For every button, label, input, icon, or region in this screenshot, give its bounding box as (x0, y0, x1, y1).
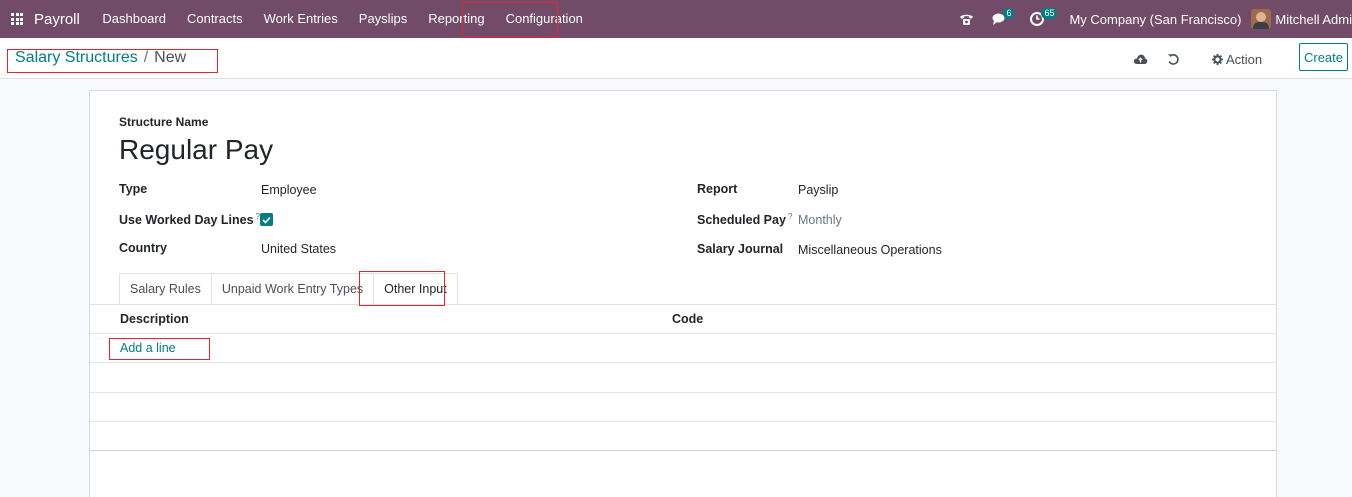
column-description[interactable]: Description (120, 312, 189, 326)
scheduled-pay-field[interactable]: Monthly (798, 213, 842, 227)
scheduled-pay-text: Scheduled Pay (697, 213, 786, 228)
activities-count-badge: 65 (1041, 8, 1058, 19)
report-label: Report (697, 182, 738, 196)
use-worked-day-lines-label: Use Worked Day Lines? (119, 212, 260, 227)
highlight-breadcrumb (7, 49, 218, 73)
create-button[interactable]: Create (1299, 43, 1348, 71)
scheduled-pay-label: Scheduled Pay? (697, 212, 792, 227)
apps-menu-icon[interactable] (0, 0, 34, 38)
gear-icon (1212, 53, 1223, 65)
menu-work-entries[interactable]: Work Entries (253, 0, 348, 38)
use-worked-day-lines-text: Use Worked Day Lines (119, 213, 254, 228)
table-header-divider (90, 333, 1276, 334)
use-worked-day-lines-checkbox[interactable] (260, 213, 273, 226)
menu-contracts[interactable]: Contracts (176, 0, 253, 38)
salary-journal-field[interactable]: Miscellaneous Operations (798, 243, 942, 257)
action-label: Action (1226, 51, 1263, 67)
app-brand[interactable]: Payroll (34, 11, 92, 28)
tab-unpaid-work-entry-types[interactable]: Unpaid Work Entry Types (210, 273, 375, 304)
help-tooltip-icon[interactable]: ? (788, 212, 792, 221)
messages-icon[interactable]: 6 (992, 0, 1015, 38)
country-label: Country (119, 241, 167, 255)
systray: 6 65 My Company (San Francisco) Mitchell… (950, 0, 1352, 38)
highlight-other-input-tab (359, 271, 445, 306)
messages-count-badge: 6 (1003, 8, 1015, 19)
tabs-divider (90, 304, 1276, 305)
save-cloud-icon[interactable] (1133, 48, 1148, 70)
structure-name-input[interactable]: Regular Pay (119, 134, 273, 166)
highlight-add-a-line (109, 338, 210, 360)
table-row (90, 450, 1276, 451)
user-menu[interactable]: Mitchell Admi (1275, 12, 1352, 27)
table-row (90, 362, 1276, 363)
user-avatar[interactable] (1251, 9, 1272, 29)
type-field[interactable]: Employee (261, 183, 317, 197)
report-field[interactable]: Payslip (798, 183, 838, 197)
salary-journal-label: Salary Journal (697, 242, 784, 256)
highlight-configuration-menu (462, 2, 558, 37)
table-row (90, 421, 1276, 422)
menu-payslips[interactable]: Payslips (348, 0, 417, 38)
phone-icon[interactable] (959, 0, 974, 38)
top-navbar: Payroll Dashboard Contracts Work Entries… (0, 0, 1352, 38)
discard-undo-icon[interactable] (1167, 48, 1180, 70)
check-icon (262, 216, 271, 224)
action-menu-button[interactable]: Action (1212, 48, 1262, 70)
activities-clock-icon[interactable]: 65 (1030, 0, 1058, 38)
column-code[interactable]: Code (672, 312, 703, 326)
table-row (90, 392, 1276, 393)
form-sheet: Structure Name Regular Pay Type Employee… (89, 90, 1277, 497)
tab-salary-rules[interactable]: Salary Rules (119, 273, 212, 304)
menu-dashboard[interactable]: Dashboard (92, 0, 177, 38)
type-label: Type (119, 182, 148, 196)
company-switcher[interactable]: My Company (San Francisco) (1069, 12, 1241, 27)
country-field[interactable]: United States (261, 242, 336, 256)
structure-name-label: Structure Name (119, 115, 209, 129)
